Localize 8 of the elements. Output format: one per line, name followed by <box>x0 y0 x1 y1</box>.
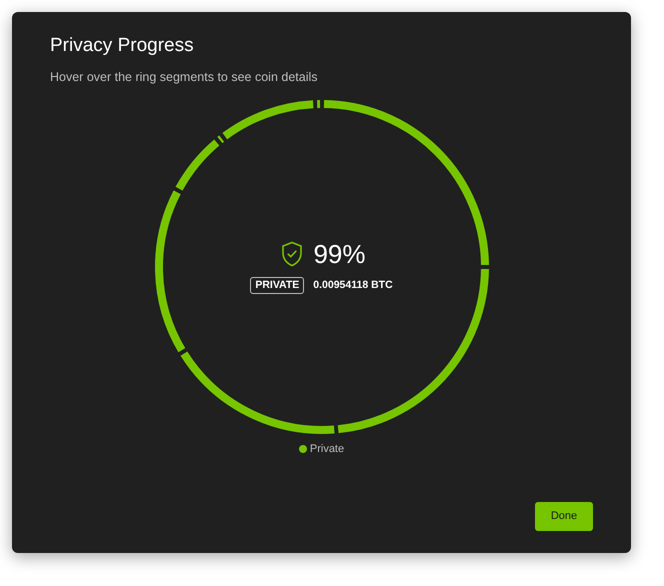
legend-label: Private <box>310 442 344 457</box>
btc-amount: 0.00954118 BTC <box>313 278 393 293</box>
dialog-title: Privacy Progress <box>50 34 195 58</box>
private-badge: PRIVATE <box>250 277 304 294</box>
done-button[interactable]: Done <box>535 502 593 531</box>
shield-check-icon <box>281 241 304 268</box>
privacy-percentage: 99% <box>313 239 366 270</box>
dialog-subtitle: Hover over the ring segments to see coin details <box>50 69 318 86</box>
